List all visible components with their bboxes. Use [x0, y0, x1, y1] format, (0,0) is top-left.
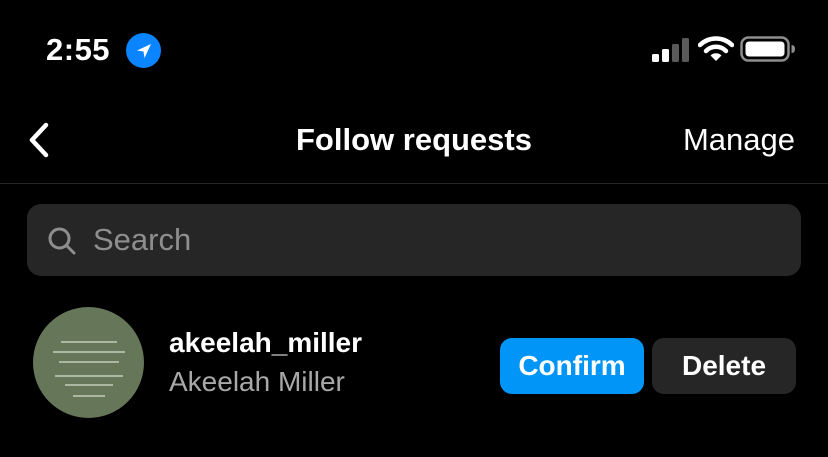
search-input[interactable]	[93, 204, 783, 276]
search-bar[interactable]	[27, 204, 801, 276]
cellular-signal-icon	[652, 38, 689, 62]
status-time: 2:55	[46, 32, 111, 67]
follow-request-row: akeelah_miller Akeelah Miller Confirm De…	[0, 300, 828, 430]
nav-header: Follow requests Manage	[0, 100, 828, 184]
battery-icon	[740, 36, 795, 62]
avatar[interactable]	[33, 307, 144, 418]
request-full-name: Akeelah Miller	[169, 366, 345, 397]
status-bar: 2:55	[0, 0, 828, 100]
manage-button[interactable]: Manage	[683, 120, 795, 160]
confirm-button[interactable]: Confirm	[500, 338, 644, 394]
wifi-icon	[698, 36, 734, 61]
request-username[interactable]: akeelah_miller	[169, 326, 362, 360]
delete-button[interactable]: Delete	[652, 338, 796, 394]
location-arrow-icon	[126, 33, 161, 68]
search-icon	[48, 227, 76, 255]
